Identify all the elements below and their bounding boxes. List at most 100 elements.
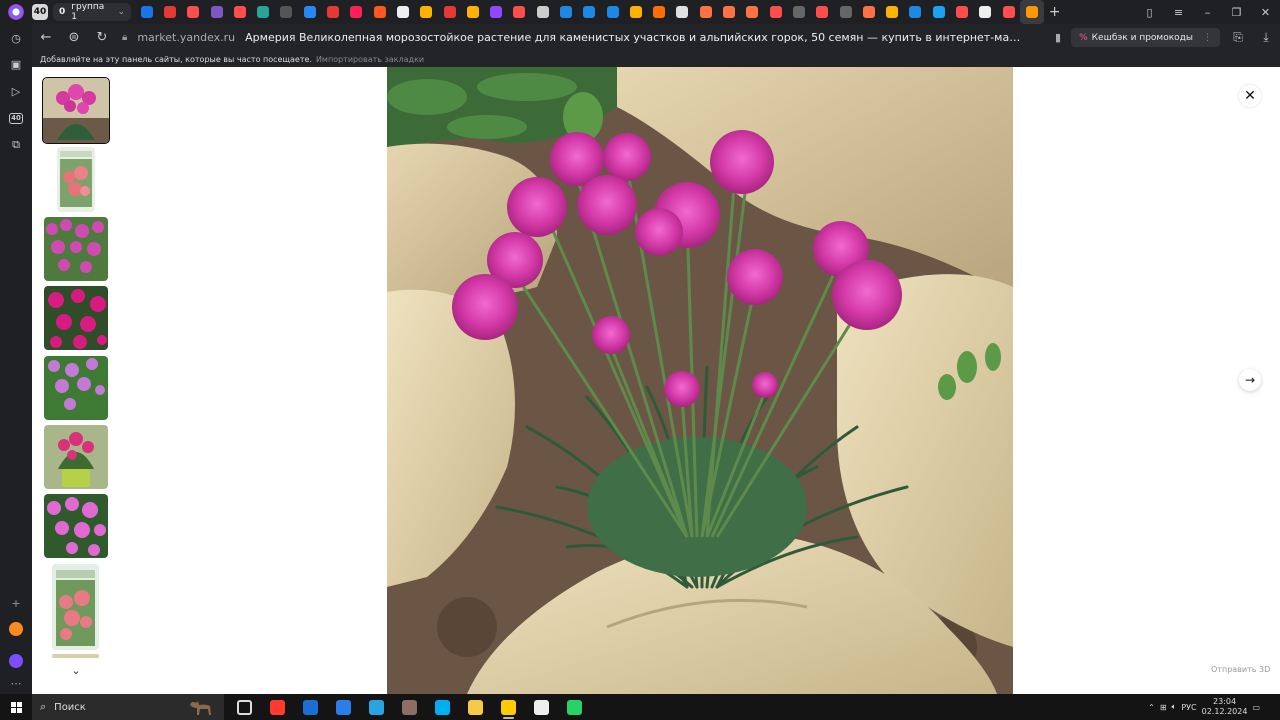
pinned-tab-13[interactable] [415,0,438,24]
taskbar-app-4[interactable] [327,694,360,720]
bookmark-icon[interactable]: ▮ [1055,31,1061,44]
share-icon[interactable]: ⎘ [1224,24,1252,51]
yandex-home-icon[interactable]: ⊜ [60,24,88,51]
pinned-tab-34[interactable] [904,0,927,24]
taskbar-app-7[interactable] [426,694,459,720]
pinned-tab-37[interactable] [974,0,997,24]
network-icon[interactable]: ⊞ [1160,703,1167,712]
pinned-tab-2[interactable] [158,0,181,24]
language-indicator[interactable]: РУС [1181,703,1196,712]
pinned-tab-26[interactable] [717,0,740,24]
pinned-tab-16[interactable] [484,0,507,24]
thumbnail-7[interactable] [44,494,108,558]
chevron-down-icon[interactable]: ⌄ [69,663,83,677]
clock[interactable]: 23:04 02.12.2024 [1202,697,1248,717]
thumbnail-2[interactable] [57,147,95,212]
pinned-tab-25[interactable] [694,0,717,24]
close-viewer-button[interactable]: ✕ [1239,85,1261,107]
pinned-tab-24[interactable] [671,0,694,24]
pinned-tab-29[interactable] [787,0,810,24]
pinned-tab-33[interactable] [881,0,904,24]
thumbnail-3[interactable] [44,217,108,281]
pinned-tab-22[interactable] [624,0,647,24]
pinned-tab-5[interactable] [228,0,251,24]
pinned-tab-12[interactable] [391,0,414,24]
taskbar-app-2[interactable] [261,694,294,720]
pinned-tab-1[interactable] [135,0,158,24]
volume-icon[interactable]: 🔈︎ [1172,702,1177,712]
notifications-icon[interactable]: ▭ [1252,703,1260,712]
back-button[interactable]: ← [32,24,60,51]
pinned-tab-9[interactable] [321,0,344,24]
taskbar-app-11[interactable] [558,694,591,720]
thumbnail-4[interactable] [44,286,108,350]
chevron-up-icon[interactable]: ⌃ [1148,703,1155,712]
pinned-tab-31[interactable] [834,0,857,24]
pinned-tab-30[interactable] [811,0,834,24]
pinned-tab-11[interactable] [368,0,391,24]
thumbnail-8[interactable] [52,564,99,650]
send-3d-link[interactable]: Отправить 3D [1211,665,1270,674]
window-close-button[interactable]: ✕ [1251,0,1280,24]
browser-logo-icon[interactable] [0,0,32,24]
taskbar-app-9[interactable] [492,694,525,720]
restore-button[interactable]: ❐ [1222,0,1251,24]
pinned-tab-35[interactable] [927,0,950,24]
taskbar-app-6[interactable] [393,694,426,720]
start-button[interactable] [0,694,32,720]
pinned-tab-20[interactable] [578,0,601,24]
import-bookmarks-link[interactable]: Импортировать закладки [316,55,424,64]
cashback-button[interactable]: % Кешбэк и промокоды ⋮ [1071,28,1220,47]
pinned-tab-21[interactable] [601,0,624,24]
download-icon[interactable]: ⤓ [1252,24,1280,51]
taskbar-search[interactable]: ⌕ Поиск [32,694,224,720]
thumbnail-9[interactable] [52,654,99,658]
taskbar-app-5[interactable] [360,694,393,720]
taskbar-app-1[interactable] [228,694,261,720]
pinned-tab-27[interactable] [741,0,764,24]
shopping-app-icon[interactable] [8,621,24,637]
play-icon[interactable]: ▷ [8,83,24,99]
pinned-tab-6[interactable] [251,0,274,24]
pinned-tab-15[interactable] [461,0,484,24]
pinned-tab-18[interactable] [531,0,554,24]
thumbnail-1[interactable] [42,77,110,144]
pinned-tab-36[interactable] [950,0,973,24]
taskbar-app-8[interactable] [459,694,492,720]
pinned-tab-19[interactable] [554,0,577,24]
pinned-tab-3[interactable] [182,0,205,24]
pinned-tab-8[interactable] [298,0,321,24]
tabs-badge[interactable]: 40 [8,110,24,126]
pinned-tab-38[interactable] [997,0,1020,24]
pinned-tab-39[interactable] [1020,0,1044,24]
pinned-tab-17[interactable] [508,0,531,24]
more-horizontal-icon[interactable]: ⋯ [8,675,24,691]
next-image-button[interactable]: → [1239,369,1261,391]
history-icon[interactable]: ◷ [8,30,24,46]
taskbar-app-3[interactable] [294,694,327,720]
bookmarks-panel-icon[interactable]: ▯ [1135,0,1164,24]
screenshot-icon[interactable]: ⧉ [8,137,24,153]
pinned-tab-28[interactable] [764,0,787,24]
pinned-tab-23[interactable] [648,0,671,24]
tab-count-badge[interactable]: 40 [32,4,48,20]
thumbnail-6[interactable] [44,425,108,489]
pinned-tab-4[interactable] [205,0,228,24]
pinned-tab-10[interactable] [345,0,368,24]
thumbnail-5[interactable] [44,356,108,420]
more-vertical-icon[interactable]: ⋮ [1203,33,1212,43]
new-tab-button[interactable]: + [1044,0,1066,24]
alice-icon[interactable] [8,653,24,669]
app-icon [369,699,384,715]
tab-group-pill[interactable]: 0 группа 1 ⌄ [53,2,131,22]
pinned-tab-32[interactable] [857,0,880,24]
add-panel-icon[interactable]: + [8,595,24,611]
url-field[interactable]: 🔒︎ market.yandex.ru Армерия Великолепная… [116,24,1071,51]
taskbar-app-10[interactable] [525,694,558,720]
collections-icon[interactable]: ▣ [8,56,24,72]
minimize-button[interactable]: – [1193,0,1222,24]
menu-icon[interactable]: ≡ [1164,0,1193,24]
pinned-tab-14[interactable] [438,0,461,24]
reload-button[interactable]: ↻ [88,24,116,51]
pinned-tab-7[interactable] [275,0,298,24]
